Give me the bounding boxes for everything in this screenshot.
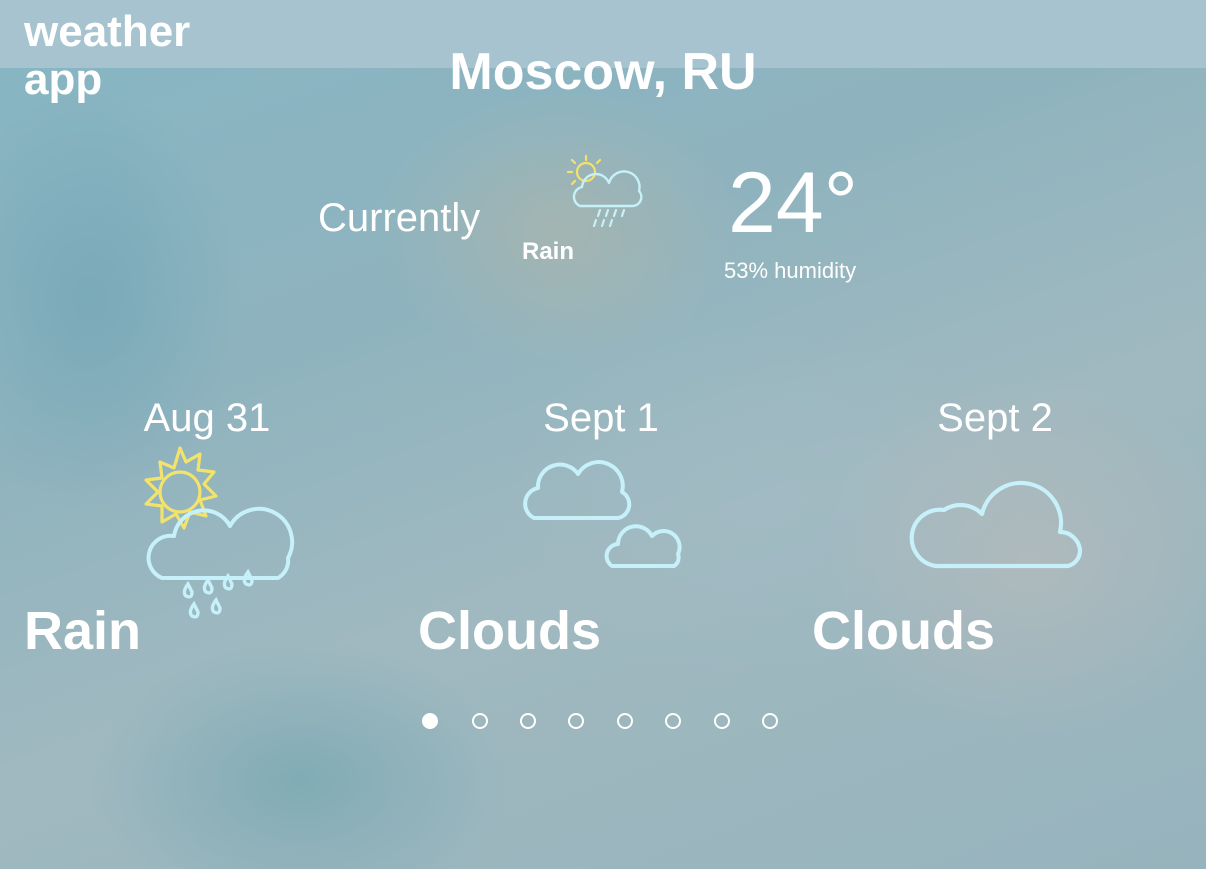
page-dot-4[interactable]: [568, 713, 584, 729]
page-dot-2[interactable]: [472, 713, 488, 729]
sun-cloud-rain-icon: [560, 150, 644, 234]
page-dot-6[interactable]: [665, 713, 681, 729]
page-dot-7[interactable]: [714, 713, 730, 729]
city-name: Moscow, RU: [449, 43, 757, 101]
forecast-card: Sept 1 Clouds: [418, 396, 808, 666]
current-label: Currently: [318, 196, 481, 240]
forecast-date: Sept 1: [543, 396, 659, 440]
forecast-condition: Clouds: [418, 601, 601, 661]
forecast-card: Sept 2 Clouds: [812, 396, 1202, 666]
forecast-condition: Rain: [24, 601, 142, 661]
page-dot-1[interactable]: [422, 713, 438, 729]
page-dot-3[interactable]: [520, 713, 536, 729]
forecast-date: Aug 31: [143, 396, 271, 440]
forecast-card: Aug 31 Rain: [24, 396, 414, 666]
sun-cloud-rain-icon: [122, 440, 302, 635]
cloud-icon: [906, 462, 1086, 579]
current-humidity: 53% humidity: [724, 258, 857, 283]
forecast-condition: Clouds: [812, 601, 995, 661]
pagination: [422, 713, 822, 735]
current-temperature: 24°: [728, 155, 859, 251]
two-clouds-icon: [516, 452, 686, 577]
forecast-date: Sept 2: [937, 396, 1053, 440]
page-dot-8[interactable]: [762, 713, 778, 729]
current-condition: Rain: [522, 238, 575, 265]
page-dot-5[interactable]: [617, 713, 633, 729]
